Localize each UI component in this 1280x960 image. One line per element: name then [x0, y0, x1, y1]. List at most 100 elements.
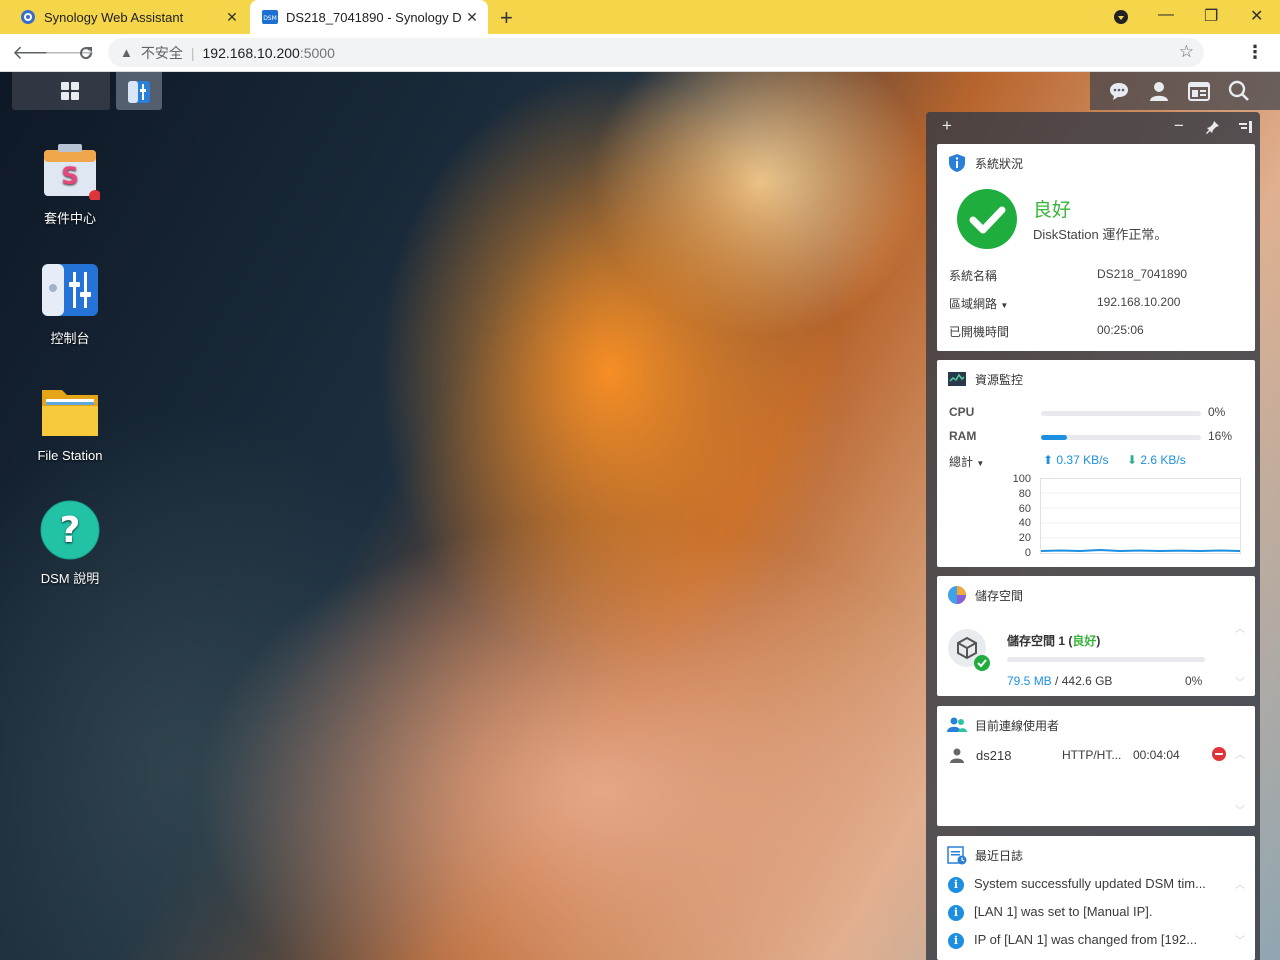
restore-button[interactable]: ❐ [1204, 6, 1218, 26]
lan-dropdown[interactable]: 區域網路 ▼ [949, 295, 1008, 312]
dsm-icon: DSM [262, 10, 278, 24]
control-panel-icon [42, 264, 98, 316]
network-chart [1040, 478, 1241, 554]
resource-monitor-icon [948, 372, 966, 386]
upload-arrow-icon: ⬆ [1043, 453, 1054, 467]
log-text: IP of [LAN 1] was changed from [192... [974, 932, 1198, 947]
new-tab-button[interactable]: + [500, 5, 513, 31]
folder-icon [42, 390, 98, 436]
system-name-value: DS218_7041890 [1097, 267, 1188, 281]
log-entry: i IP of [LAN 1] was changed from [192... [948, 932, 1197, 949]
scroll-up-icon[interactable]: ︿ [1235, 746, 1245, 761]
synology-assistant-icon [21, 10, 35, 24]
bookmark-star-icon[interactable]: ☆ [1179, 42, 1194, 62]
desktop-icon-label: 套件中心 [43, 211, 96, 226]
disconnect-user-icon[interactable] [1212, 747, 1226, 761]
info-icon: i [948, 933, 964, 949]
desktop-icon-label: File Station [37, 448, 103, 463]
y-tick: 80 [1018, 487, 1031, 500]
lan-label: 區域網路 [949, 297, 998, 311]
warning-icon: ▲ [120, 45, 133, 60]
widget-header: 資源監控 [947, 368, 1023, 390]
lan-ip-value: 192.168.10.200 [1097, 295, 1181, 309]
widget-header: 儲存空間 [947, 584, 1023, 606]
desktop-icon-label: 控制台 [50, 331, 90, 346]
cpu-value: 0% [1208, 405, 1226, 419]
browser-menu-icon[interactable]: ⋮ [1246, 42, 1264, 63]
search-icon[interactable] [1228, 80, 1250, 102]
dsm-desktop: S 套件中心 控制台 File Station ? DSM 說明 + − 系統狀… [0, 72, 1280, 960]
volume-status: 良好 [1072, 634, 1097, 648]
log-entry: i [LAN 1] was set to [Manual IP]. [948, 904, 1152, 921]
caret-down-icon: ▼ [976, 459, 985, 468]
system-health-widget: 系統狀況 良好 DiskStation 運作正常。 系統名稱 DS218_704… [937, 144, 1255, 351]
storage-widget: 儲存空間 儲存空間 1 (良好) 79.5 MB / 442.6 GB 0% ︿… [937, 576, 1255, 696]
ram-label: RAM [949, 429, 977, 443]
cpu-label: CPU [949, 405, 975, 419]
network-dropdown[interactable]: 總計 ▼ [949, 453, 984, 470]
svg-text:S: S [61, 162, 78, 190]
recent-logs-widget: 最近日誌 i System successfully updated DSM ti… [937, 836, 1255, 960]
storage-pie-icon [948, 586, 966, 604]
collapse-panel-icon[interactable] [1238, 120, 1252, 134]
info-icon: i [948, 905, 964, 921]
volume-usage-bar [1007, 657, 1205, 662]
status-ok-icon [957, 189, 1017, 249]
widget-panel: + − 系統狀況 良好 DiskStation 運作正常。 系統名稱 DS218… [926, 112, 1260, 960]
volume-total: / 442.6 GB [1055, 674, 1113, 688]
widgets-icon[interactable] [1188, 80, 1210, 102]
close-tab-icon[interactable]: ✕ [462, 9, 482, 26]
volume-used: 79.5 MB [1007, 674, 1052, 688]
widget-header: 系統狀況 [947, 152, 1023, 174]
main-menu-button[interactable] [12, 72, 110, 110]
connected-users-widget: 目前連線使用者 ds218 HTTP/HT... 00:04:04 ︿ ﹀ [937, 706, 1255, 826]
browser-tab-dsm[interactable]: DSM DS218_7041890 - Synology DiskStation… [250, 0, 488, 34]
desktop-icon-control-panel[interactable]: 控制台 [15, 260, 125, 347]
widget-title: 最近日誌 [975, 848, 1024, 863]
taskbar-control-panel[interactable] [116, 72, 162, 110]
svg-text:DSM: DSM [263, 15, 277, 22]
browser-tab-web-assistant[interactable]: Synology Web Assistant ✕ [8, 0, 248, 34]
minimize-panel-button[interactable]: − [1174, 116, 1184, 136]
browser-tab-bar: Synology Web Assistant ✕ DSM DS218_70418… [0, 0, 1280, 34]
scroll-down-icon[interactable]: ﹀ [1235, 932, 1245, 947]
notifications-icon[interactable] [1108, 80, 1130, 102]
scroll-down-icon[interactable]: ﹀ [1235, 674, 1245, 689]
scroll-down-icon[interactable]: ﹀ [1235, 802, 1245, 817]
close-tab-icon[interactable]: ✕ [222, 9, 242, 26]
help-icon: ? [40, 500, 100, 560]
download-rate: ⬇ 2.6 KB/s [1127, 453, 1186, 467]
network-chart-y-axis: 100 80 60 40 20 0 [1005, 472, 1031, 561]
profile-download-icon[interactable] [1113, 9, 1129, 25]
widget-title: 儲存空間 [975, 588, 1024, 603]
scroll-up-icon[interactable]: ︿ [1235, 876, 1245, 891]
uptime-value: 00:25:06 [1097, 323, 1144, 337]
log-text: [LAN 1] was set to [Manual IP]. [974, 904, 1153, 919]
ram-value: 16% [1208, 429, 1233, 443]
info-shield-icon [949, 154, 965, 172]
add-widget-button[interactable]: + [942, 116, 952, 136]
reload-icon[interactable] [77, 44, 95, 62]
not-secure-label: 不安全 [140, 44, 183, 61]
scroll-up-icon[interactable]: ︿ [1235, 620, 1245, 635]
desktop-icon-dsm-help[interactable]: ? DSM 說明 [15, 500, 125, 587]
desktop-icon-file-station[interactable]: File Station [15, 380, 125, 463]
url-host: 192.168.10.200 [202, 44, 300, 61]
desktop-icon-package-center[interactable]: S 套件中心 [15, 140, 125, 227]
address-bar[interactable]: ▲ 不安全 | 192.168.10.200:5000 ☆ [108, 38, 1204, 67]
system-name-label: 系統名稱 [949, 269, 998, 283]
pin-icon[interactable] [1206, 120, 1220, 134]
control-panel-icon [128, 81, 150, 103]
y-tick: 100 [1012, 473, 1031, 485]
window-close-button[interactable]: ✕ [1250, 6, 1263, 26]
user-icon[interactable] [1148, 80, 1170, 102]
uptime-label: 已開機時間 [949, 325, 1010, 339]
minimize-button[interactable]: — [1158, 6, 1174, 24]
address-toolbar: 🡐 🡒 ▲ 不安全 | 192.168.10.200:5000 ☆ ⋮ [0, 34, 1280, 72]
caret-down-icon: ▼ [1000, 301, 1009, 310]
cpu-usage-bar [1041, 411, 1201, 416]
package-center-icon: S [44, 144, 101, 202]
log-entry: i System successfully updated DSM tim... [948, 876, 1206, 893]
download-value: 2.6 KB/s [1140, 453, 1186, 467]
volume-percent: 0% [1185, 674, 1203, 688]
